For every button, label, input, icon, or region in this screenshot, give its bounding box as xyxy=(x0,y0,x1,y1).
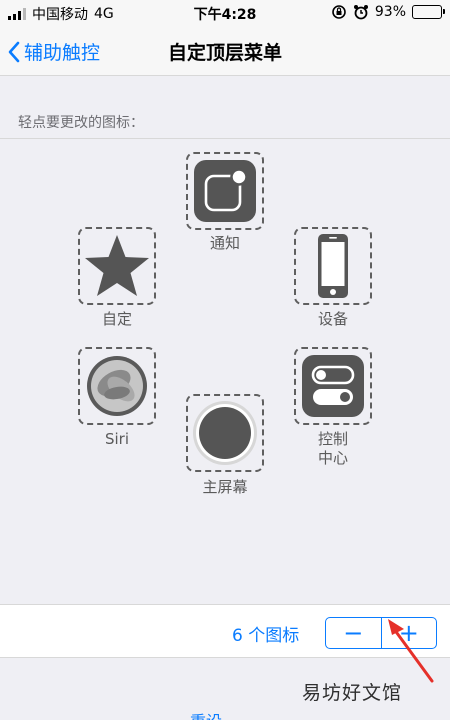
icon-slot-siri[interactable] xyxy=(78,347,156,425)
rotation-lock-icon xyxy=(332,5,346,19)
minus-icon: − xyxy=(343,619,364,647)
label-home: 主屏幕 xyxy=(202,478,248,496)
icon-slot-control-center[interactable] xyxy=(294,347,372,425)
icon-count-label: 6 个图标 xyxy=(232,626,300,646)
status-bar: 中国移动 4G 下午4:28 93% xyxy=(0,0,450,26)
label-control-line2: 中心 xyxy=(317,449,348,467)
red-arrow-annotation xyxy=(388,619,434,683)
section-divider xyxy=(0,138,450,139)
label-control-center: 控制 中心 xyxy=(288,430,378,468)
label-device: 设备 xyxy=(317,310,348,328)
page-title: 自定顶层菜单 xyxy=(167,42,282,64)
control-center-icon xyxy=(302,355,364,417)
icon-slot-home[interactable] xyxy=(186,394,264,472)
section-label: 轻点要更改的图标： xyxy=(18,115,144,131)
icon-slot-device[interactable] xyxy=(294,227,372,305)
battery-icon xyxy=(412,5,445,19)
decrement-button[interactable]: − xyxy=(326,618,381,648)
icon-slot-notification[interactable] xyxy=(186,152,264,230)
label-siri: Siri xyxy=(104,430,130,448)
home-button-icon xyxy=(193,401,257,465)
watermark-text: 易坊好文馆 xyxy=(302,682,403,704)
alarm-icon xyxy=(353,5,368,20)
reset-button-partial[interactable]: 重设 xyxy=(190,708,222,720)
star-icon xyxy=(85,235,149,296)
siri-icon xyxy=(87,356,147,416)
notification-icon xyxy=(194,160,256,222)
phone-icon xyxy=(318,234,348,298)
status-right: 93% xyxy=(331,4,445,20)
label-notification: 通知 xyxy=(209,234,240,252)
label-custom: 自定 xyxy=(101,310,132,328)
battery-percent: 93% xyxy=(374,4,406,20)
icon-slot-custom[interactable] xyxy=(78,227,156,305)
label-control-line1: 控制 xyxy=(317,430,348,448)
navigation-bar: 辅助触控 自定顶层菜单 xyxy=(0,26,450,76)
